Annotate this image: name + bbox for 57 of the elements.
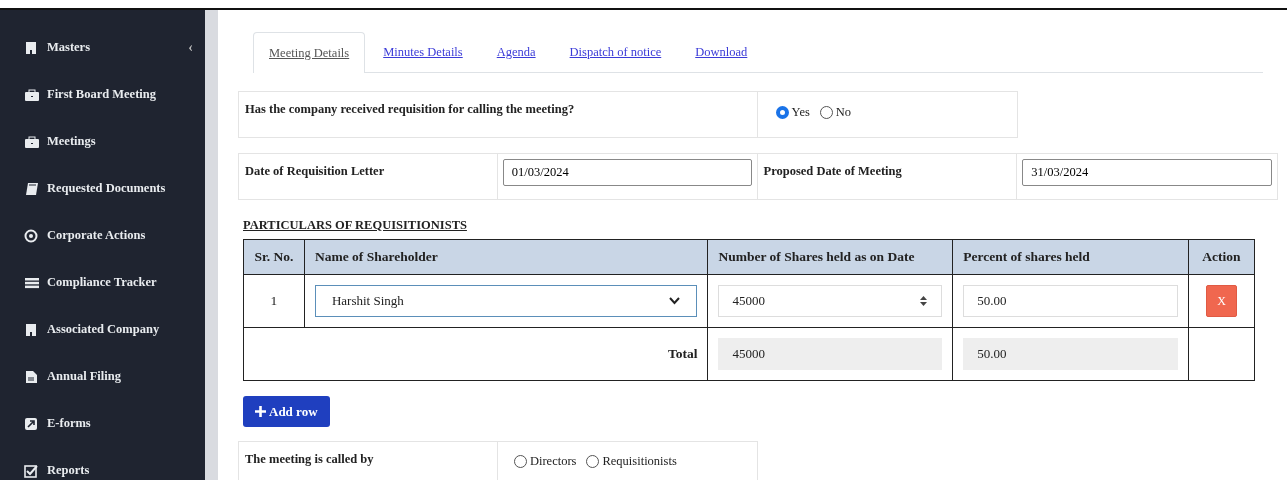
- checkbox-icon: [24, 463, 39, 478]
- radio-option[interactable]: Directors: [513, 452, 577, 471]
- radio-option[interactable]: Yes: [775, 102, 810, 122]
- shareholder-select[interactable]: Harshit Singh: [314, 284, 698, 317]
- total-label: Total: [243, 327, 708, 381]
- radio-option[interactable]: No: [819, 102, 852, 122]
- add-row-button[interactable]: Add row: [243, 395, 330, 428]
- briefcase-icon: [24, 134, 39, 149]
- briefcase-icon: [24, 87, 39, 102]
- sidebar-item[interactable]: Requested Documents: [0, 165, 205, 212]
- tab[interactable]: Meeting Details: [253, 32, 366, 73]
- sidebar-item[interactable]: Associated Company: [0, 306, 205, 353]
- sidebar-item[interactable]: Corporate Actions: [0, 212, 205, 259]
- tab[interactable]: Minutes Details: [367, 32, 479, 72]
- input-field: 50.00: [963, 337, 1178, 370]
- column-header: Sr. No.: [243, 239, 305, 275]
- field-label: The meeting is called by: [239, 442, 498, 480]
- date-field[interactable]: 31/03/2024: [1022, 158, 1272, 186]
- file-icon: [24, 369, 39, 384]
- sidebar-item[interactable]: Compliance Tracker: [0, 259, 205, 306]
- table-cell: 1: [243, 274, 305, 328]
- sidebar-item[interactable]: Meetings: [0, 118, 205, 165]
- question-label: Has the company received requisition for calling the meeting?: [239, 91, 758, 137]
- field-label: Date of Requisition Letter: [239, 153, 498, 199]
- column-header: Percent of shares held: [952, 239, 1189, 275]
- input-field: 45000: [718, 337, 943, 370]
- radio-button[interactable]: [819, 105, 833, 119]
- sidebar-item[interactable]: Reports: [0, 447, 205, 480]
- building-icon: [24, 40, 39, 55]
- section-heading: PARTICULARS OF REQUISITIONISTS: [243, 216, 468, 234]
- external-link-icon: [24, 416, 39, 431]
- list-icon: [24, 275, 39, 290]
- spinner-icon[interactable]: [919, 294, 929, 307]
- sidebar-item[interactable]: First Board Meeting: [0, 71, 205, 118]
- sidebar-item[interactable]: Masters ‹: [0, 24, 205, 71]
- tab[interactable]: Download: [679, 32, 764, 72]
- column-header: Number of Shares held as on Date: [707, 239, 953, 275]
- column-header: Action: [1188, 239, 1255, 275]
- radio-option[interactable]: Requisitionists: [586, 452, 677, 471]
- date-field[interactable]: 01/03/2024: [502, 158, 752, 186]
- book-icon: [24, 181, 39, 196]
- chevron-down-icon: [669, 296, 681, 305]
- plus-icon: [255, 406, 266, 417]
- input-field[interactable]: 50.00: [963, 284, 1178, 317]
- number-field[interactable]: 45000: [718, 284, 943, 317]
- sidebar-item[interactable]: Annual Filing: [0, 353, 205, 400]
- radio-button[interactable]: [775, 105, 789, 119]
- field-label: Proposed Date of Meeting: [757, 153, 1018, 199]
- sidebar-item[interactable]: E-forms: [0, 400, 205, 447]
- tab[interactable]: Agenda: [480, 32, 552, 72]
- radio-button[interactable]: [586, 455, 600, 469]
- collapse-caret[interactable]: ‹: [188, 37, 193, 58]
- column-header: Name of Shareholder: [304, 239, 708, 275]
- building-icon: [24, 322, 39, 337]
- tab[interactable]: Dispatch of notice: [553, 32, 678, 72]
- radio-button[interactable]: [513, 455, 527, 469]
- target-icon: [24, 228, 39, 243]
